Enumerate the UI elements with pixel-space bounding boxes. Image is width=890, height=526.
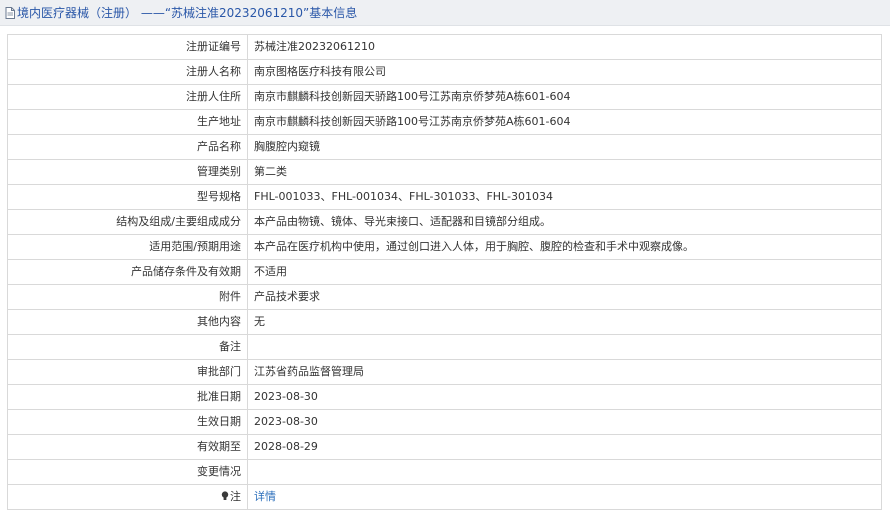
row-value: 2028-08-29 xyxy=(247,434,882,460)
row-value: 江苏省药品监督管理局 xyxy=(247,359,882,385)
row-label: 附件 xyxy=(7,284,248,310)
table-row: 管理类别 第二类 xyxy=(7,159,882,185)
row-value: 第二类 xyxy=(247,159,882,185)
table-row: 批准日期 2023-08-30 xyxy=(7,384,882,410)
row-value: 产品技术要求 xyxy=(247,284,882,310)
row-label: 适用范围/预期用途 xyxy=(7,234,248,260)
row-value: 南京市麒麟科技创新园天骄路100号江苏南京侨梦苑A栋601-604 xyxy=(247,84,882,110)
table-row: 有效期至 2028-08-29 xyxy=(7,434,882,460)
table-row: 审批部门 江苏省药品监督管理局 xyxy=(7,359,882,385)
row-value: 2023-08-30 xyxy=(247,384,882,410)
note-label: 注 xyxy=(230,490,241,503)
row-label: 注册人住所 xyxy=(7,84,248,110)
row-label: 注册证编号 xyxy=(7,34,248,60)
row-value: 不适用 xyxy=(247,259,882,285)
table-row: 其他内容 无 xyxy=(7,309,882,335)
registration-info-table: 注册证编号 苏械注准20232061210 注册人名称 南京图格医疗科技有限公司… xyxy=(7,34,882,510)
row-label: 型号规格 xyxy=(7,184,248,210)
note-row: 注 详情 xyxy=(7,484,882,510)
row-value: 南京市麒麟科技创新园天骄路100号江苏南京侨梦苑A栋601-604 xyxy=(247,109,882,135)
document-icon xyxy=(5,6,15,19)
table-row: 结构及组成/主要组成成分 本产品由物镜、镜体、导光束接口、适配器和目镜部分组成。 xyxy=(7,209,882,235)
row-value: 无 xyxy=(247,309,882,335)
details-link[interactable]: 详情 xyxy=(247,484,882,510)
table-row: 注册人住所 南京市麒麟科技创新园天骄路100号江苏南京侨梦苑A栋601-604 xyxy=(7,84,882,110)
page-title: 境内医疗器械（注册） ——“苏械注准20232061210”基本信息 xyxy=(17,6,358,20)
row-label: 生产地址 xyxy=(7,109,248,135)
table-row: 适用范围/预期用途 本产品在医疗机构中使用，通过创口进入人体，用于胸腔、腹腔的检… xyxy=(7,234,882,260)
row-value xyxy=(247,334,882,360)
row-label: 批准日期 xyxy=(7,384,248,410)
lightbulb-icon xyxy=(221,491,229,500)
table-row: 注册证编号 苏械注准20232061210 xyxy=(7,34,882,60)
table-row: 备注 xyxy=(7,334,882,360)
row-label: 结构及组成/主要组成成分 xyxy=(7,209,248,235)
row-value: 胸腹腔内窥镜 xyxy=(247,134,882,160)
note-label-cell: 注 xyxy=(7,484,248,510)
row-label: 备注 xyxy=(7,334,248,360)
table-row: 附件 产品技术要求 xyxy=(7,284,882,310)
row-label: 管理类别 xyxy=(7,159,248,185)
table-row: 产品名称 胸腹腔内窥镜 xyxy=(7,134,882,160)
row-value: FHL-001033、FHL-001034、FHL-301033、FHL-301… xyxy=(247,184,882,210)
row-value: 2023-08-30 xyxy=(247,409,882,435)
row-value xyxy=(247,459,882,485)
row-label: 有效期至 xyxy=(7,434,248,460)
row-label: 变更情况 xyxy=(7,459,248,485)
row-value: 苏械注准20232061210 xyxy=(247,34,882,60)
row-label: 注册人名称 xyxy=(7,59,248,85)
table-row: 生产地址 南京市麒麟科技创新园天骄路100号江苏南京侨梦苑A栋601-604 xyxy=(7,109,882,135)
row-label: 产品名称 xyxy=(7,134,248,160)
row-label: 其他内容 xyxy=(7,309,248,335)
page-header: 境内医疗器械（注册） ——“苏械注准20232061210”基本信息 xyxy=(0,0,890,26)
row-label: 产品储存条件及有效期 xyxy=(7,259,248,285)
table-row: 注册人名称 南京图格医疗科技有限公司 xyxy=(7,59,882,85)
row-value: 南京图格医疗科技有限公司 xyxy=(247,59,882,85)
row-value: 本产品在医疗机构中使用，通过创口进入人体，用于胸腔、腹腔的检查和手术中观察成像。 xyxy=(247,234,882,260)
row-label: 审批部门 xyxy=(7,359,248,385)
table-row: 生效日期 2023-08-30 xyxy=(7,409,882,435)
table-row: 型号规格 FHL-001033、FHL-001034、FHL-301033、FH… xyxy=(7,184,882,210)
table-row: 产品储存条件及有效期 不适用 xyxy=(7,259,882,285)
row-label: 生效日期 xyxy=(7,409,248,435)
table-row: 变更情况 xyxy=(7,459,882,485)
row-value: 本产品由物镜、镜体、导光束接口、适配器和目镜部分组成。 xyxy=(247,209,882,235)
